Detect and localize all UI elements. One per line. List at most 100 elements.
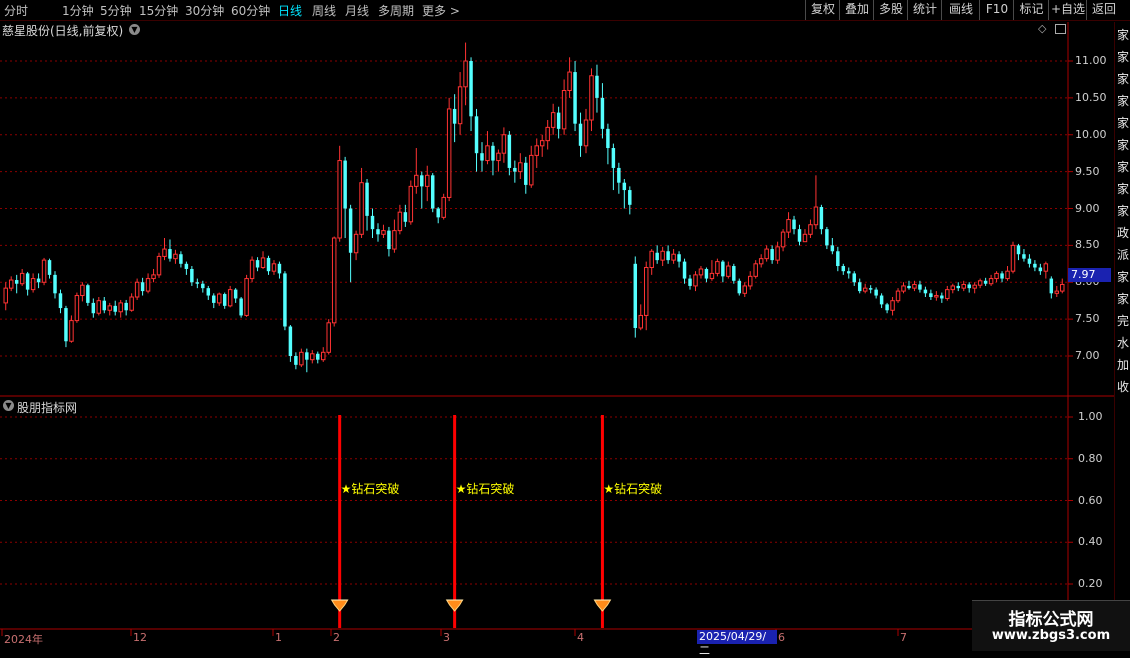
candle-body bbox=[830, 245, 835, 252]
diamond-icon[interactable]: ◇ bbox=[1038, 22, 1046, 35]
candle-body bbox=[134, 281, 140, 298]
candle-body bbox=[452, 108, 457, 124]
candle-body bbox=[1054, 290, 1060, 294]
candle-body bbox=[184, 263, 189, 269]
candle-body bbox=[578, 123, 583, 146]
candle-body bbox=[501, 134, 507, 154]
candle-body bbox=[392, 230, 397, 250]
candle-body bbox=[288, 326, 293, 356]
date-label: 1 bbox=[275, 631, 282, 644]
candle-body bbox=[534, 145, 539, 156]
candle-body bbox=[151, 274, 156, 280]
candle-body bbox=[688, 278, 692, 286]
candle-body bbox=[879, 295, 884, 305]
candle-body bbox=[321, 351, 326, 361]
candle-body bbox=[381, 230, 386, 235]
candle-body bbox=[41, 259, 47, 283]
candle-body bbox=[671, 253, 676, 261]
candle-body bbox=[326, 322, 331, 353]
candle-body bbox=[786, 219, 791, 233]
candle-body bbox=[1049, 278, 1054, 294]
candle-body bbox=[480, 153, 484, 161]
candle-body bbox=[102, 300, 107, 311]
candle-body bbox=[862, 287, 868, 292]
candle-body bbox=[721, 261, 725, 277]
signal-layer bbox=[330, 415, 612, 628]
price-tick-label: 10.50 bbox=[1075, 90, 1107, 104]
candle-body bbox=[742, 285, 747, 294]
candle-body bbox=[316, 353, 320, 360]
candle-body bbox=[847, 271, 851, 274]
candle-body bbox=[430, 175, 435, 209]
candle-body bbox=[463, 60, 468, 88]
candle-body bbox=[901, 285, 906, 292]
candle-body bbox=[857, 282, 862, 292]
side-glyph: 家 bbox=[1116, 292, 1129, 306]
candle-body bbox=[567, 71, 572, 91]
date-label: 2 bbox=[333, 631, 340, 644]
chevron-down-icon[interactable]: ▼ bbox=[3, 400, 14, 411]
signal-label: ★钻石突破 bbox=[455, 482, 515, 496]
indicator-title-text: 股朋指标网 bbox=[17, 401, 78, 415]
candle-body bbox=[173, 253, 178, 260]
candle-body bbox=[216, 293, 222, 304]
date-label: 6 bbox=[778, 631, 785, 644]
candle-body bbox=[1027, 258, 1032, 264]
candle-body bbox=[758, 258, 764, 265]
candle-body bbox=[1010, 244, 1016, 272]
candle-body bbox=[929, 293, 933, 297]
candle-body bbox=[868, 288, 873, 290]
candle-body bbox=[808, 224, 813, 235]
candle-body bbox=[348, 208, 353, 253]
candle-body bbox=[107, 305, 112, 311]
window-icon[interactable] bbox=[1055, 24, 1066, 34]
date-label: 12 bbox=[133, 631, 147, 644]
candle-body bbox=[967, 284, 971, 289]
date-label: 2024年 bbox=[4, 633, 43, 646]
last-price-tag: 7.97 bbox=[1068, 268, 1111, 282]
candle-body bbox=[770, 249, 774, 261]
side-glyph: 家 bbox=[1116, 138, 1129, 152]
candle-body bbox=[496, 152, 501, 162]
candle-body bbox=[179, 254, 183, 264]
candle-body bbox=[747, 275, 753, 287]
candle-body bbox=[666, 251, 670, 261]
candle-body bbox=[331, 237, 337, 324]
candle-body bbox=[907, 285, 911, 289]
candle-body bbox=[25, 273, 30, 290]
candle-body bbox=[86, 285, 90, 303]
candle-body bbox=[474, 116, 479, 154]
candle-body bbox=[19, 272, 25, 285]
chevron-down-icon[interactable]: ▼ bbox=[129, 24, 140, 35]
kline-chart[interactable] bbox=[0, 0, 1130, 650]
candle-body bbox=[732, 266, 736, 281]
candle-body bbox=[222, 294, 227, 306]
diamond-icon bbox=[593, 599, 612, 612]
candle-body bbox=[545, 126, 550, 142]
candle-body bbox=[655, 252, 659, 261]
indicator-tick-label: 0.80 bbox=[1078, 451, 1103, 465]
candle-body bbox=[704, 268, 709, 279]
candle-body bbox=[376, 229, 380, 235]
signal-label: ★钻石突破 bbox=[340, 482, 400, 496]
candle-body bbox=[190, 268, 194, 283]
candle-body bbox=[491, 145, 495, 161]
candle-body bbox=[260, 257, 266, 269]
candle-body bbox=[726, 265, 731, 277]
side-glyph: 家 bbox=[1116, 72, 1129, 86]
price-tick-label: 7.00 bbox=[1075, 349, 1100, 362]
candle-body bbox=[337, 160, 342, 239]
side-glyph: 家 bbox=[1116, 182, 1129, 196]
price-tick-label: 10.00 bbox=[1075, 127, 1107, 141]
candle-body bbox=[518, 162, 523, 173]
candle-body bbox=[1033, 263, 1037, 268]
price-tick-label: 8.50 bbox=[1075, 238, 1100, 252]
candle-body bbox=[923, 289, 928, 294]
candle-body bbox=[162, 248, 167, 257]
candle-body bbox=[895, 290, 901, 302]
candle-body bbox=[890, 300, 895, 311]
candle-body bbox=[74, 295, 80, 322]
candle-body bbox=[617, 167, 621, 183]
candle-body bbox=[611, 148, 616, 168]
price-tick-label: 9.00 bbox=[1075, 201, 1100, 215]
